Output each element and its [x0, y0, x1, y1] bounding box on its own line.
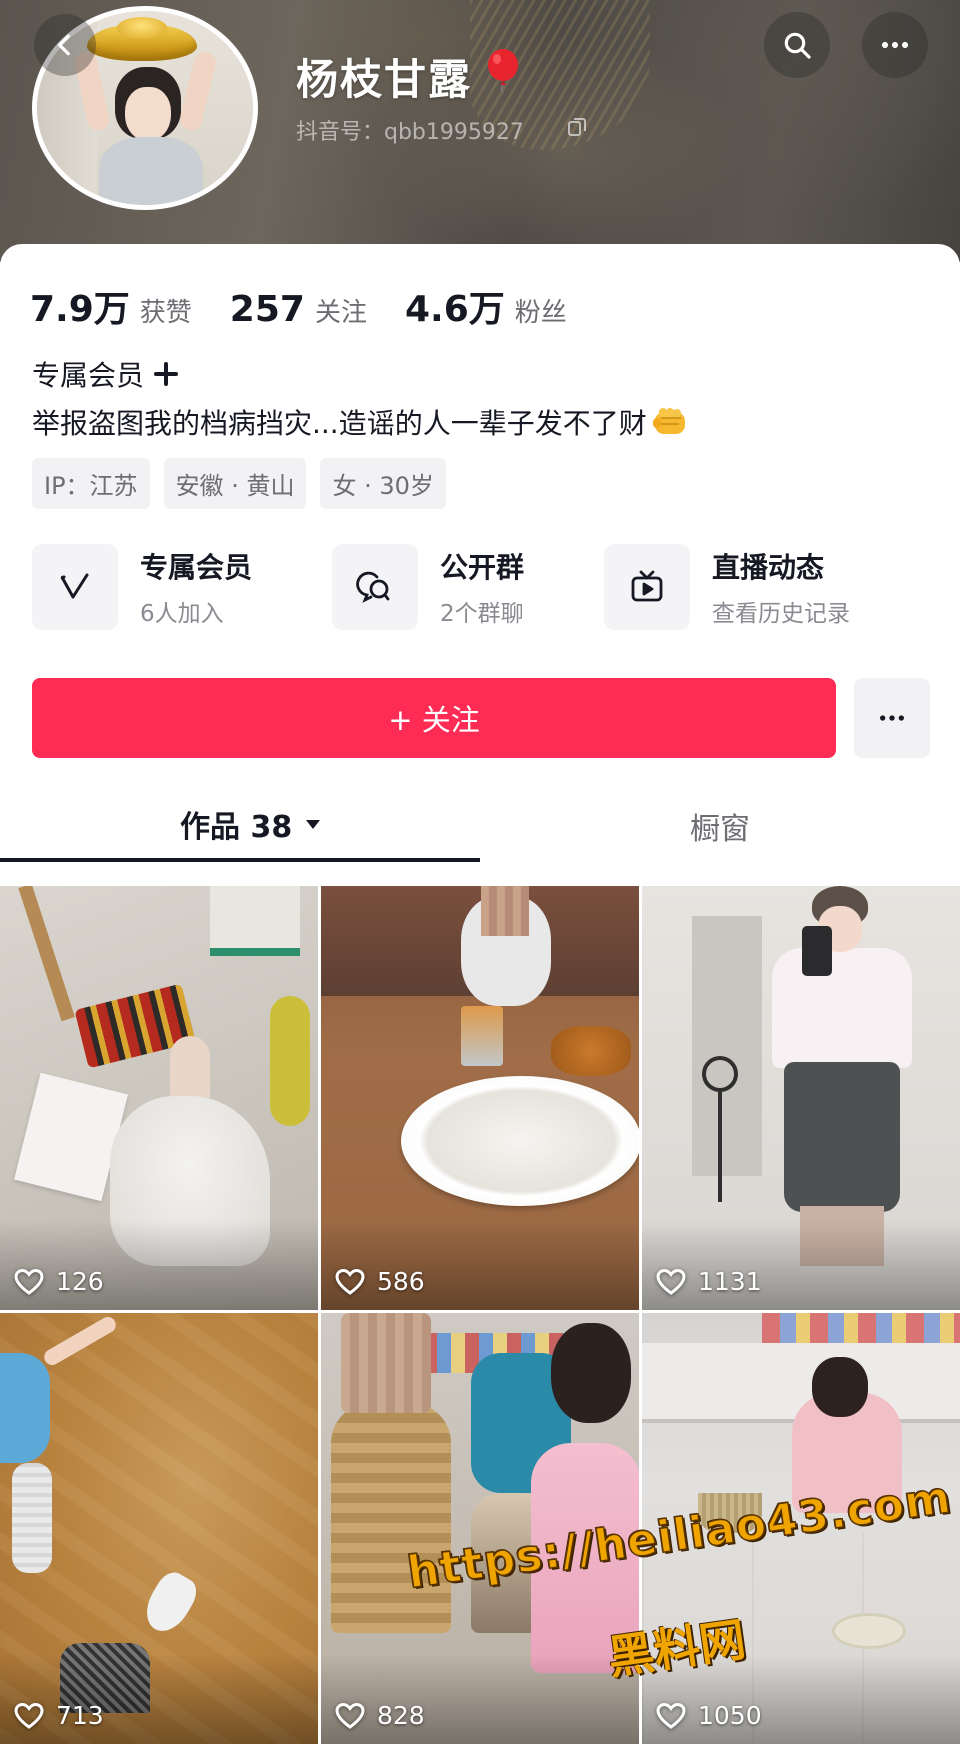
copy-icon[interactable] [566, 116, 588, 138]
like-count-value: 126 [56, 1267, 104, 1296]
heart-outline-icon [656, 1268, 686, 1295]
plus-icon [154, 362, 179, 386]
like-count: 1050 [656, 1701, 762, 1730]
stat-followers-value: 4.6万 [404, 289, 505, 330]
feature-icon-box [604, 544, 690, 630]
feature-subtitle: 2个群聊 [440, 601, 524, 627]
follow-button[interactable]: + 关注 [32, 678, 836, 758]
bio-text-row: 举报盗图我的档病挡灾...造谣的人一辈子发不了财 [32, 402, 691, 442]
douyin-id: 抖音号：qbb1995927 [296, 120, 524, 145]
like-count-value: 1131 [698, 1267, 762, 1296]
profile-nickname: 杨枝甘露 [296, 55, 473, 104]
heart-outline-icon [335, 1268, 365, 1295]
like-count: 1131 [656, 1267, 762, 1296]
feature-subtitle: 查看历史记录 [712, 601, 850, 627]
red-balloon-icon [488, 49, 518, 92]
vip-v-icon [60, 573, 89, 599]
feature-icon-box [32, 544, 118, 630]
fist-emoji-icon [652, 408, 685, 434]
heart-outline-icon [14, 1268, 44, 1295]
video-tile[interactable]: 126 [0, 886, 318, 1310]
feature-live-history[interactable]: 直播动态 查看历史记录 [604, 544, 850, 630]
back-chevron-icon [57, 34, 70, 56]
heart-outline-icon [656, 1702, 686, 1729]
stat-likes-label: 获赞 [139, 298, 192, 328]
video-tile[interactable]: 713 [0, 1313, 318, 1744]
feature-subtitle: 6人加入 [140, 601, 224, 627]
tab-window[interactable]: 橱窗 [690, 804, 750, 848]
feature-public-group[interactable]: 公开群 2个群聊 [332, 544, 524, 630]
like-count-value: 713 [56, 1701, 104, 1730]
like-count-value: 586 [377, 1267, 425, 1296]
back-button[interactable] [34, 14, 96, 76]
tag-gender-age: 女 · 30岁 [320, 458, 446, 509]
video-grid: 126 586 1131 713 828 1050 [0, 886, 960, 1744]
content-tabs: 作品 38 橱窗 [0, 790, 960, 862]
heart-outline-icon [335, 1702, 365, 1729]
profile-header-banner: 杨枝甘露 抖音号：qbb1995927 [0, 0, 960, 262]
tag-ip: IP：江苏 [32, 458, 150, 509]
tv-live-icon [631, 570, 663, 602]
feature-title: 专属会员 [140, 551, 253, 584]
exclusive-member-line[interactable]: 专属会员 [32, 354, 180, 394]
exclusive-member-text: 专属会员 [32, 359, 145, 392]
group-chat-icon [356, 571, 390, 603]
profile-tags: IP：江苏 安徽 · 黄山 女 · 30岁 [32, 458, 460, 509]
feature-exclusive-member[interactable]: 专属会员 6人加入 [32, 544, 252, 630]
search-icon [784, 32, 811, 59]
caret-down-icon [306, 820, 321, 829]
tab-works-label: 作品 38 [180, 810, 293, 845]
stat-following-value: 257 [229, 289, 305, 330]
stat-following-label: 关注 [314, 298, 367, 328]
feature-entries: 专属会员 6人加入 公开群 2个群聊 直播动态 查看历史记录 [32, 544, 932, 634]
stat-likes-value: 7.9万 [30, 289, 130, 330]
stat-likes[interactable]: 7.9万 获赞 [30, 280, 192, 332]
like-count-value: 1050 [698, 1701, 762, 1730]
search-button[interactable] [764, 12, 830, 78]
stats-row: 7.9万 获赞 257 关注 4.6万 粉丝 [30, 280, 605, 332]
more-dots-icon [881, 41, 909, 49]
feature-title: 公开群 [440, 551, 525, 584]
like-count: 126 [14, 1267, 104, 1296]
stat-following[interactable]: 257 关注 [230, 289, 367, 330]
feature-title: 直播动态 [712, 551, 825, 584]
stat-followers[interactable]: 4.6万 粉丝 [405, 280, 567, 332]
more-options-button[interactable] [862, 12, 928, 78]
bio-text: 举报盗图我的档病挡灾...造谣的人一辈子发不了财 [32, 407, 647, 440]
tag-location: 安徽 · 黄山 [163, 458, 307, 509]
more-dots-icon [880, 715, 904, 721]
heart-outline-icon [14, 1702, 44, 1729]
video-tile[interactable]: 586 [321, 886, 639, 1310]
like-count: 713 [14, 1701, 104, 1730]
tab-works[interactable]: 作品 38 [180, 802, 324, 846]
feature-icon-box [332, 544, 418, 630]
video-tile[interactable]: 1131 [642, 886, 960, 1310]
stat-followers-label: 粉丝 [514, 298, 567, 328]
follow-more-button[interactable] [854, 678, 930, 758]
like-count: 828 [335, 1701, 425, 1730]
like-count: 586 [335, 1267, 425, 1296]
like-count-value: 828 [377, 1701, 425, 1730]
tab-active-indicator [0, 858, 480, 862]
